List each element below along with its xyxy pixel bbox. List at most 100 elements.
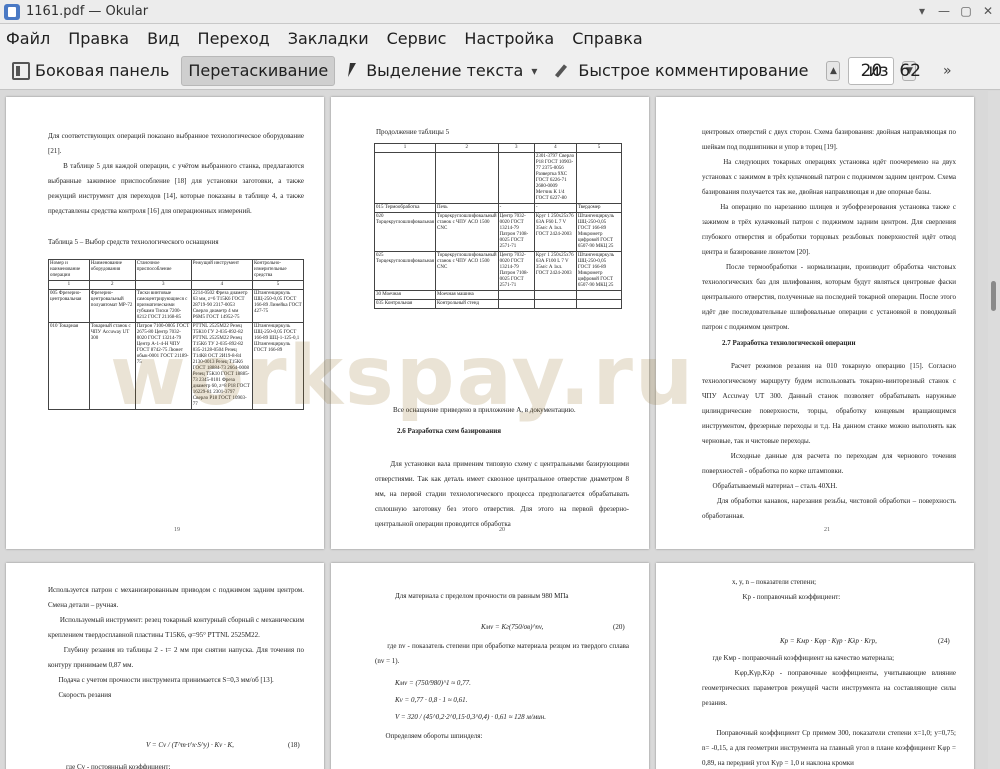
table-cell: Контрольный стенд bbox=[435, 299, 499, 309]
of-text: из bbox=[868, 60, 889, 81]
page-21: центровых отверстий с двух сторон. Схема… bbox=[656, 97, 974, 549]
menu-tools[interactable]: Сервис bbox=[387, 27, 447, 50]
table-cell: Штангенциркуль ШЦ-250-0,05 ГОСТ 166-89 М… bbox=[575, 212, 623, 252]
pen-icon bbox=[555, 62, 573, 80]
table-cell: Наименование оборудования bbox=[88, 259, 136, 281]
table-cell: 30 Моечная bbox=[373, 290, 437, 300]
page-22: Используется патрон с механизированным п… bbox=[6, 563, 324, 769]
table-cell: 3 bbox=[134, 280, 192, 290]
page-20-table: 12345 2301-3797 Сверло Р18 ГОСТ 10903-77… bbox=[373, 143, 623, 309]
menu-bar: Файл Правка Вид Переход Закладки Сервис … bbox=[0, 24, 1000, 52]
text-selection-button[interactable]: Выделение текста ▾ bbox=[341, 56, 543, 86]
table-cell: Штангенциркуль ШЦ-250-0,05 ГОСТ 166-89 Л… bbox=[251, 289, 305, 323]
table-cell: Контрольно-измерительные средства bbox=[251, 259, 305, 281]
page-23-text-2: где nv - показатель степени при обработк… bbox=[375, 642, 631, 665]
table-cell: 025 Торцекруглошлифовальная bbox=[373, 251, 437, 291]
table-cell: Тиски винтовые самоцентрирующиеся с приз… bbox=[134, 289, 192, 323]
page-20-heading: 2.6 Разработка схем базирования bbox=[397, 427, 502, 435]
menu-bookmarks[interactable]: Закладки bbox=[288, 27, 369, 50]
table-cell: 1 bbox=[373, 143, 437, 153]
okular-app-icon bbox=[4, 3, 20, 20]
menu-view[interactable]: Вид bbox=[147, 27, 179, 50]
page-21-number: 21 bbox=[824, 527, 830, 533]
page-count: из 62 bbox=[868, 61, 921, 81]
page-23-text-1: Для материала с пределом прочности σв ра… bbox=[395, 592, 569, 600]
previous-page-button[interactable]: ▲ bbox=[826, 60, 841, 81]
close-icon[interactable]: ✕ bbox=[980, 3, 996, 19]
sidebar-toggle-button[interactable]: Боковая панель bbox=[6, 56, 175, 86]
drag-mode-button[interactable]: Перетаскивание bbox=[181, 55, 336, 86]
table-cell bbox=[533, 299, 577, 309]
total-pages: 62 bbox=[899, 60, 921, 81]
minimize-icon[interactable]: — bbox=[936, 3, 952, 19]
table-cell: 2301-3797 Сверло Р18 ГОСТ 10903-77 2375-… bbox=[533, 152, 577, 204]
document-viewport[interactable]: Для соответствующих операций показано вы… bbox=[0, 91, 1000, 769]
toolbar-overflow-icon[interactable]: » bbox=[943, 63, 952, 79]
page-24-formula-number: (24) bbox=[938, 637, 950, 645]
table-cell: Круг 1 250х25х76 63А F60 L 7 V 35м/с А 1… bbox=[533, 212, 577, 252]
watermark: workspay.ru bbox=[110, 329, 696, 424]
table-cell: Фрезерно-центровальный полуавтомат МР-72 bbox=[88, 289, 136, 323]
page-24-formula: Kр = Kмр · Kφр · Kγр · Kλр · Krр, bbox=[780, 637, 877, 645]
page-24-text-2: где Kмр - поправочный коэффициент на кач… bbox=[702, 654, 957, 767]
table-cell bbox=[533, 290, 577, 300]
page-21-text-2: Расчет режимов резания на 010 токарную о… bbox=[702, 362, 957, 520]
quick-comment-label: Быстрое комментирование bbox=[578, 61, 809, 80]
vertical-scrollbar[interactable] bbox=[988, 91, 1000, 769]
table-cell: 4 bbox=[533, 143, 577, 153]
table-cell: Центр 7032-0020 ГОСТ 13214-79 Патрон 710… bbox=[497, 251, 535, 291]
table-cell bbox=[575, 290, 623, 300]
page-20: Продолжение таблицы 5 12345 2301-3797 Св… bbox=[331, 97, 649, 549]
page-23-formula: Kмv = Kг(750/σв)^nv, bbox=[481, 623, 544, 631]
page-23: Для материала с пределом прочности σв ра… bbox=[331, 563, 649, 769]
quick-comment-button[interactable]: Быстрое комментирование bbox=[549, 56, 814, 86]
table-cell: Торцекруглошлифовальный станок с ЧПУ ACO… bbox=[435, 251, 499, 291]
table-cell: Моечная машина bbox=[435, 290, 499, 300]
menu-edit[interactable]: Правка bbox=[68, 27, 129, 50]
table-cell: - bbox=[533, 203, 577, 213]
shade-icon[interactable]: ▾ bbox=[914, 3, 930, 19]
table-cell: 2 bbox=[435, 143, 499, 153]
table-cell: 2214-0502 Фреза диаметр 63 мм, z=6 Т15К6… bbox=[190, 289, 253, 323]
page-23-text-3: Определяем обороты шпинделя: bbox=[375, 732, 483, 740]
table-cell bbox=[575, 299, 623, 309]
page-23-formula-number: (20) bbox=[613, 623, 625, 631]
window-controls: ▾ — ▢ ✕ bbox=[914, 3, 996, 19]
table-cell: 5 bbox=[251, 280, 305, 290]
page-21-heading: 2.7 Разработка технологической операции bbox=[722, 339, 856, 347]
table-cell bbox=[435, 152, 499, 204]
menu-go[interactable]: Переход bbox=[198, 27, 270, 50]
table-cell: 035 Контрольная bbox=[373, 299, 437, 309]
page-23-calc-1: Kмv = (750/980)^1 ≈ 0,77. bbox=[395, 679, 471, 687]
page-19-table-caption: Таблица 5 – Выбор средств технологическо… bbox=[48, 238, 219, 246]
table-cell: 4 bbox=[190, 280, 253, 290]
scrollbar-thumb[interactable] bbox=[991, 281, 996, 311]
window-title: 1161.pdf — Okular bbox=[26, 4, 149, 19]
table-cell bbox=[497, 290, 535, 300]
page-22-text: Используется патрон с механизированным п… bbox=[48, 586, 305, 699]
page-23-calc-3: V = 320 / (45^0,2·2^0,15·0,3^0,4) · 0,61… bbox=[395, 713, 547, 721]
chevron-down-icon[interactable]: ▾ bbox=[531, 64, 537, 78]
select-text-label: Выделение текста bbox=[366, 61, 524, 80]
page-21-text-1: центровых отверстий с двух сторон. Схема… bbox=[702, 128, 957, 331]
menu-help[interactable]: Справка bbox=[572, 27, 643, 50]
text-cursor-icon bbox=[347, 62, 361, 80]
page-19-text: Для соответствующих операций показано вы… bbox=[48, 132, 305, 215]
table-cell: 5 bbox=[575, 143, 623, 153]
table-cell: 005 Фрезерно-центровальная bbox=[48, 289, 90, 323]
menu-file[interactable]: Файл bbox=[6, 27, 50, 50]
sidebar-icon bbox=[12, 61, 30, 80]
table-cell: Печь bbox=[435, 203, 499, 213]
table-cell bbox=[373, 152, 437, 204]
table-cell: Режущий инструмент bbox=[190, 259, 253, 281]
page-24-text-1: x, y, n – показатели степени; Kр - попра… bbox=[732, 578, 841, 601]
table-cell: Круг 1 250х25х76 63А F100 L 7 V 35м/с А … bbox=[533, 251, 577, 291]
title-bar: 1161.pdf — Okular ▾ — ▢ ✕ bbox=[0, 0, 1000, 24]
table-cell: 015 Термообработка bbox=[373, 203, 437, 213]
menu-settings[interactable]: Настройка bbox=[464, 27, 554, 50]
sidebar-label: Боковая панель bbox=[35, 61, 170, 80]
main-toolbar: Боковая панель Перетаскивание Выделение … bbox=[0, 52, 1000, 90]
maximize-icon[interactable]: ▢ bbox=[958, 3, 974, 19]
table-cell: 010 Токарная bbox=[48, 322, 90, 410]
page-23-calc-2: Kv = 0,77 · 0,8 · 1 ≈ 0,61. bbox=[395, 696, 468, 704]
